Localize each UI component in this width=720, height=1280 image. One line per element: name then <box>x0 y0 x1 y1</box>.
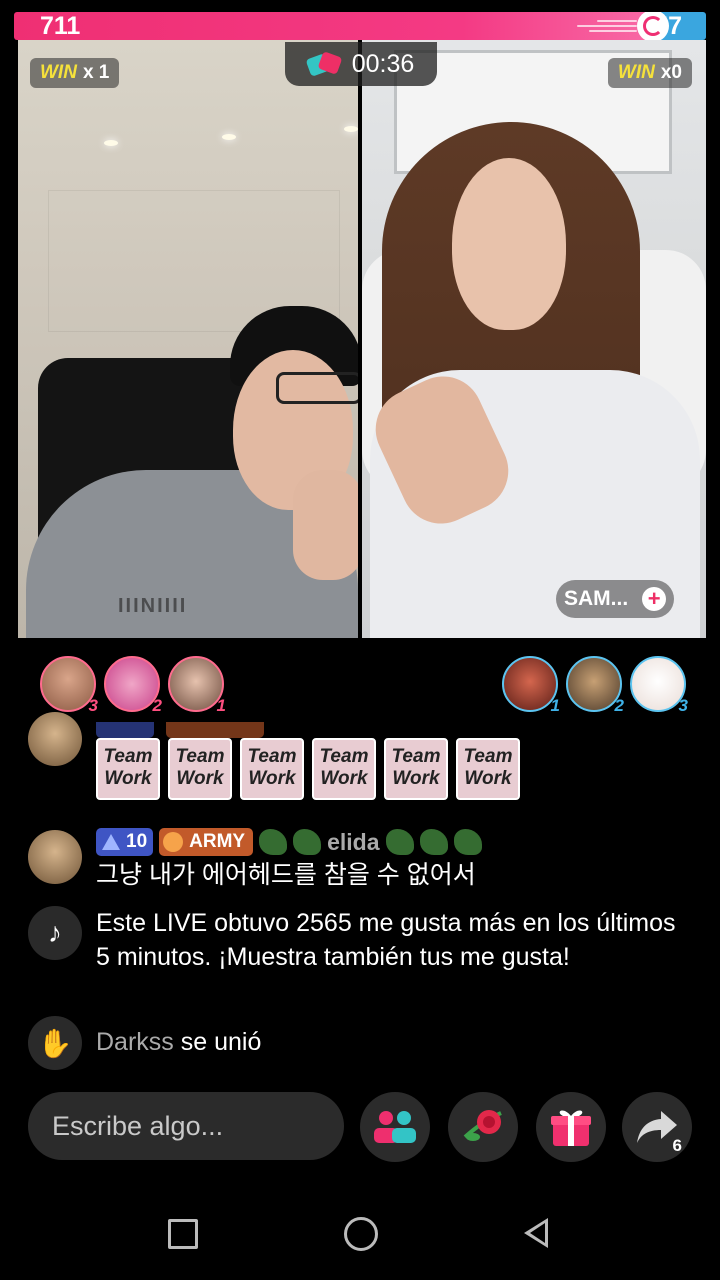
dragon-emoji-icon <box>385 829 414 855</box>
team-work-sticker: Team Work <box>96 738 160 800</box>
score-streak-effect <box>576 17 637 33</box>
chat-user-avatar[interactable] <box>28 830 82 884</box>
right-host-name: SAM... <box>564 587 629 610</box>
right-supporter-avatar-2[interactable]: 2 <box>566 656 624 715</box>
dragon-emoji-icon <box>453 829 482 855</box>
timer-text: 00:36 <box>351 49 415 78</box>
comment-input[interactable]: Escribe algo... <box>28 1092 344 1160</box>
home-button[interactable] <box>344 1217 378 1251</box>
right-host-name-pill[interactable]: SAM... + <box>556 580 675 618</box>
gift-button[interactable] <box>536 1092 606 1162</box>
dragon-emoji-icon <box>419 829 448 855</box>
team-work-sticker: Team Work <box>240 738 304 800</box>
right-host-video[interactable] <box>362 40 706 638</box>
tiktok-icon: ♪ <box>28 906 82 960</box>
team-work-sticker: Team Work <box>456 738 520 800</box>
win-count: x0 <box>660 62 682 83</box>
gift-box-icon <box>551 1110 591 1146</box>
battle-timer: 00:36 <box>285 42 437 86</box>
share-count: 6 <box>672 1136 682 1155</box>
left-supporter-avatar-1[interactable]: 1 <box>168 656 226 715</box>
system-message-text: Este LIVE obtuvo 2565 me gusta más en lo… <box>96 909 676 971</box>
chat-message-header-faded <box>96 722 556 738</box>
heart-icon <box>163 832 184 852</box>
fan-club-badge: ARMY <box>159 828 254 856</box>
joined-username[interactable]: Darkss <box>96 1028 174 1056</box>
multi-guest-button[interactable] <box>360 1092 430 1162</box>
win-label: WIN <box>40 62 77 83</box>
left-supporter-avatar-2[interactable]: 2 <box>104 656 162 715</box>
right-win-count-badge: WIN x0 <box>607 58 692 88</box>
left-supporter-avatar-3[interactable]: 3 <box>40 656 98 715</box>
supporter-rank: 3 <box>678 696 688 715</box>
chat-message-header: 10 ARMY elida <box>96 828 482 856</box>
recent-apps-button[interactable] <box>168 1219 198 1249</box>
level-icon <box>102 834 120 850</box>
team-work-sticker: Team Work <box>312 738 376 800</box>
right-supporter-avatar-1[interactable]: 1 <box>502 656 560 715</box>
wave-hand-icon: ✋ <box>28 1016 82 1070</box>
left-score-fill: 711 <box>14 12 669 40</box>
supporter-rank: 3 <box>88 696 98 715</box>
win-count: x 1 <box>82 62 110 83</box>
supporter-rank: 1 <box>216 696 226 715</box>
dragon-emoji-icon <box>293 829 322 855</box>
join-action-text: se unió <box>180 1028 262 1056</box>
share-button[interactable]: 6 <box>622 1092 692 1162</box>
supporter-rank: 2 <box>152 696 162 715</box>
chat-user-avatar[interactable] <box>28 712 82 766</box>
team-work-sticker-row: Team Work Team Work Team Work Team Work Team… <box>96 738 520 800</box>
score-divider-icon <box>636 12 669 40</box>
rose-icon <box>463 1110 502 1141</box>
battle-score-bar: 711 57 <box>14 12 706 40</box>
win-label: WIN <box>617 62 655 83</box>
dragon-emoji-icon <box>259 829 288 855</box>
chat-message-text: 그냥 내가 에어헤드를 참을 수 없어서 <box>96 861 476 889</box>
rose-gift-button[interactable] <box>448 1092 518 1162</box>
left-win-count-badge: WIN x 1 <box>30 58 120 88</box>
comment-input-placeholder: Escribe algo... <box>52 1110 224 1141</box>
level-number: 10 <box>126 831 148 852</box>
supporter-rank: 2 <box>614 696 624 715</box>
fan-badge-label: ARMY <box>189 831 246 852</box>
left-host-video[interactable]: IIINIIII <box>18 40 358 638</box>
level-badge: 10 <box>96 828 154 856</box>
people-icon <box>374 1111 416 1143</box>
team-work-sticker: Team Work <box>168 738 232 800</box>
team-work-sticker: Team Work <box>384 738 448 800</box>
right-supporter-avatar-3[interactable]: 3 <box>630 656 688 715</box>
chat-username[interactable]: elida <box>327 829 379 856</box>
left-score: 711 <box>40 12 81 40</box>
back-button[interactable] <box>524 1218 548 1248</box>
plus-icon[interactable]: + <box>642 587 667 611</box>
battle-versus-icon <box>305 51 343 77</box>
join-message: Darkss se unió <box>96 1028 261 1057</box>
supporter-rank: 1 <box>550 696 560 715</box>
